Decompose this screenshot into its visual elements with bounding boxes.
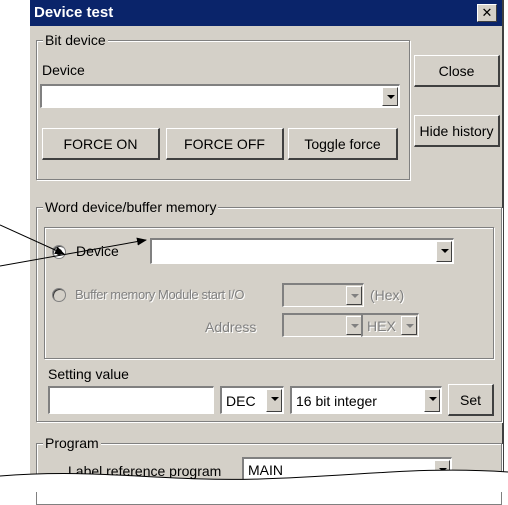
bit-device-legend: Bit device bbox=[43, 32, 108, 48]
chevron-down-icon[interactable] bbox=[382, 87, 398, 106]
label-reference-label: Label reference program bbox=[68, 463, 222, 479]
chevron-down-icon[interactable] bbox=[424, 389, 440, 412]
label-reference-combo[interactable]: MAIN bbox=[242, 457, 452, 481]
radix-value: DEC bbox=[226, 393, 256, 409]
program-legend: Program bbox=[43, 435, 101, 451]
chevron-down-icon[interactable] bbox=[401, 316, 417, 335]
address-format-combo[interactable]: HEX bbox=[361, 313, 419, 337]
radix-combo[interactable]: DEC bbox=[220, 386, 284, 414]
data-type-value: 16 bit integer bbox=[296, 393, 377, 409]
close-button[interactable]: Close bbox=[414, 55, 500, 87]
bit-device-label: Device bbox=[42, 62, 85, 78]
force-on-button[interactable]: FORCE ON bbox=[42, 128, 160, 160]
chevron-down-icon[interactable] bbox=[266, 389, 282, 412]
chevron-down-icon[interactable] bbox=[434, 460, 450, 479]
chevron-down-icon[interactable] bbox=[346, 286, 362, 305]
buffer-memory-label: Buffer memory Module start I/O bbox=[75, 287, 245, 302]
hex-label: (Hex) bbox=[370, 287, 405, 303]
device-test-dialog: Device test ✕ Bit device Device FORCE ON… bbox=[28, 0, 504, 505]
setting-value-input[interactable] bbox=[48, 386, 214, 414]
address-format-value: HEX bbox=[367, 318, 396, 334]
chevron-down-icon[interactable] bbox=[436, 241, 452, 262]
toggle-force-button[interactable]: Toggle force bbox=[288, 128, 398, 160]
setting-value-label: Setting value bbox=[48, 366, 129, 382]
title-bar: Device test ✕ bbox=[30, 0, 502, 26]
close-icon[interactable]: ✕ bbox=[477, 4, 497, 22]
label-reference-value: MAIN bbox=[248, 462, 283, 478]
device-radio[interactable] bbox=[52, 245, 66, 259]
address-combo[interactable] bbox=[282, 313, 364, 337]
chevron-down-icon[interactable] bbox=[346, 316, 362, 335]
data-type-combo[interactable]: 16 bit integer bbox=[290, 386, 442, 414]
buffer-memory-radio[interactable] bbox=[52, 288, 66, 302]
hide-history-button[interactable]: Hide history bbox=[414, 115, 500, 147]
address-label: Address bbox=[205, 319, 257, 335]
module-start-io-combo[interactable] bbox=[282, 283, 364, 307]
bit-device-combo[interactable] bbox=[40, 84, 400, 108]
window-title: Device test bbox=[34, 4, 114, 21]
device-radio-label: Device bbox=[76, 243, 119, 259]
word-device-legend: Word device/buffer memory bbox=[43, 199, 219, 215]
force-off-button[interactable]: FORCE OFF bbox=[166, 128, 284, 160]
set-button[interactable]: Set bbox=[448, 384, 494, 416]
word-device-combo[interactable] bbox=[150, 238, 454, 264]
